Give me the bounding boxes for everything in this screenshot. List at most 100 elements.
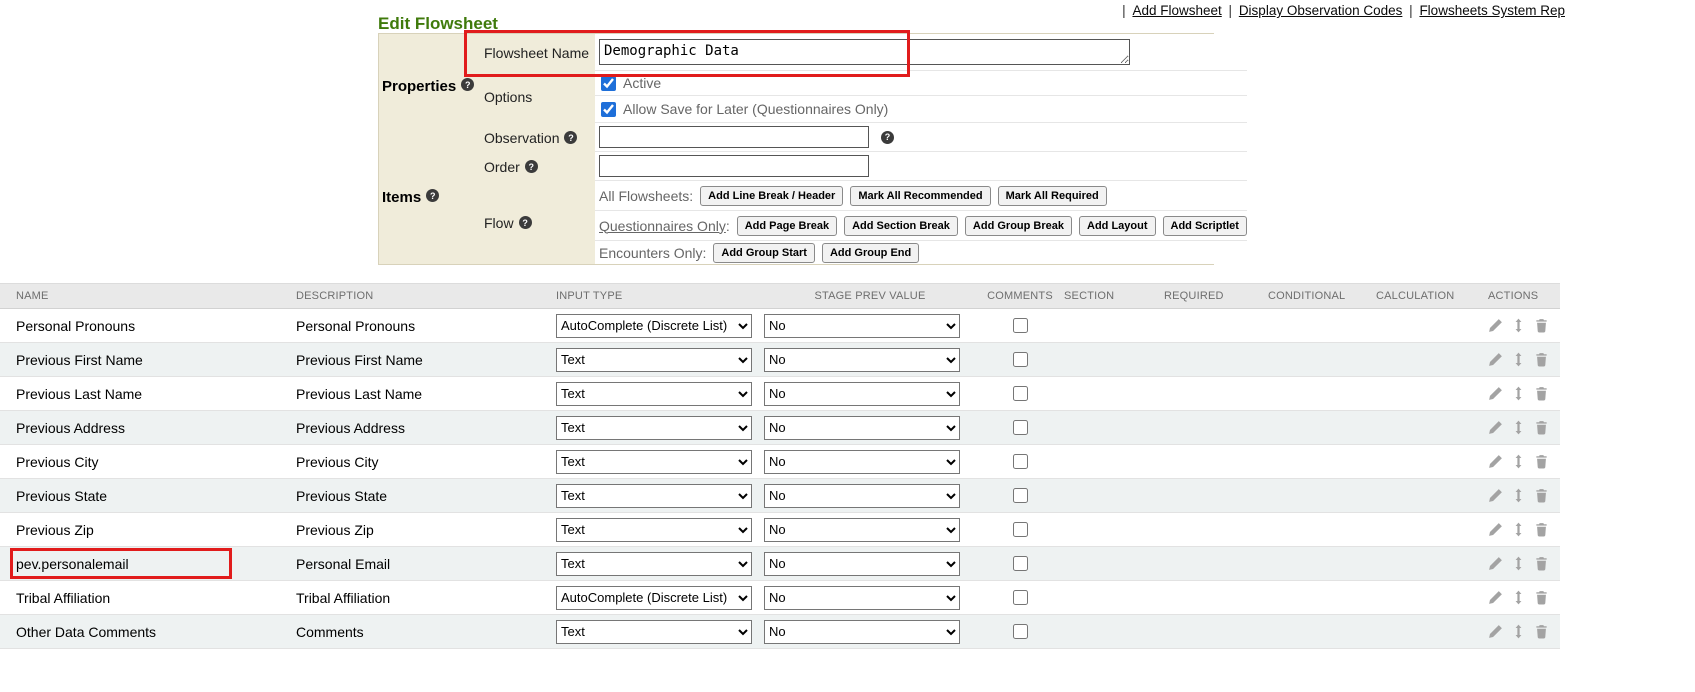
trash-icon[interactable] <box>1534 386 1549 401</box>
comments-checkbox[interactable] <box>1013 454 1028 469</box>
comments-cell <box>976 556 1064 571</box>
stage-prev-value-select[interactable]: No <box>764 620 960 644</box>
stage-prev-value-select[interactable]: No <box>764 586 960 610</box>
properties-help-icon[interactable]: ? <box>461 78 474 91</box>
observation-label-help-icon[interactable]: ? <box>564 131 577 144</box>
trash-icon[interactable] <box>1534 590 1549 605</box>
input-type-select[interactable]: Text <box>556 518 752 542</box>
comments-checkbox[interactable] <box>1013 352 1028 367</box>
trash-icon[interactable] <box>1534 624 1549 639</box>
flow-label: Flow ? <box>479 181 595 264</box>
add-flowsheet-link[interactable]: Add Flowsheet <box>1132 3 1221 18</box>
observation-input[interactable] <box>599 126 869 148</box>
trash-icon[interactable] <box>1534 556 1549 571</box>
up-down-arrow-icon[interactable] <box>1511 352 1526 367</box>
pencil-icon[interactable] <box>1488 590 1503 605</box>
stage-prev-value-select[interactable]: No <box>764 484 960 508</box>
mark-all-recommended-button[interactable]: Mark All Recommended <box>850 186 990 206</box>
pencil-icon[interactable] <box>1488 624 1503 639</box>
up-down-arrow-icon[interactable] <box>1511 624 1526 639</box>
comments-checkbox[interactable] <box>1013 590 1028 605</box>
up-down-arrow-icon[interactable] <box>1511 488 1526 503</box>
flow-help-icon[interactable]: ? <box>519 216 532 229</box>
input-type-select[interactable]: AutoComplete (Discrete List) <box>556 314 752 338</box>
comments-checkbox[interactable] <box>1013 556 1028 571</box>
comments-checkbox[interactable] <box>1013 522 1028 537</box>
pencil-icon[interactable] <box>1488 522 1503 537</box>
input-type-select[interactable]: Text <box>556 484 752 508</box>
trash-icon[interactable] <box>1534 420 1549 435</box>
add-line-break-header-button[interactable]: Add Line Break / Header <box>700 186 843 206</box>
trash-icon[interactable] <box>1534 352 1549 367</box>
comments-cell <box>976 318 1064 333</box>
input-type-select[interactable]: AutoComplete (Discrete List) <box>556 586 752 610</box>
actions-cell <box>1484 556 1560 571</box>
stage-prev-value-cell: No <box>764 484 976 508</box>
flowsheet-name-input[interactable]: Demographic Data <box>599 39 1130 65</box>
up-down-arrow-icon[interactable] <box>1511 522 1526 537</box>
stage-prev-value-select[interactable]: No <box>764 552 960 576</box>
pencil-icon[interactable] <box>1488 488 1503 503</box>
stage-prev-value-select[interactable]: No <box>764 518 960 542</box>
comments-checkbox[interactable] <box>1013 420 1028 435</box>
input-type-select[interactable]: Text <box>556 552 752 576</box>
flowsheets-system-report-link[interactable]: Flowsheets System Rep <box>1419 3 1565 18</box>
input-type-select[interactable]: Text <box>556 382 752 406</box>
add-scriptlet-button[interactable]: Add Scriptlet <box>1163 216 1247 236</box>
flowsheet-name-label: Flowsheet Name <box>479 34 595 71</box>
items-help-icon[interactable]: ? <box>426 189 439 202</box>
stage-prev-value-select[interactable]: No <box>764 382 960 406</box>
trash-icon[interactable] <box>1534 488 1549 503</box>
properties-label: Properties <box>382 78 456 95</box>
input-type-cell: Text <box>556 416 764 440</box>
active-checkbox[interactable] <box>601 76 616 91</box>
comments-cell <box>976 488 1064 503</box>
comments-checkbox[interactable] <box>1013 318 1028 333</box>
pencil-icon[interactable] <box>1488 352 1503 367</box>
up-down-arrow-icon[interactable] <box>1511 556 1526 571</box>
add-group-break-button[interactable]: Add Group Break <box>965 216 1072 236</box>
comments-checkbox[interactable] <box>1013 488 1028 503</box>
add-page-break-button[interactable]: Add Page Break <box>737 216 837 236</box>
mark-all-required-button[interactable]: Mark All Required <box>998 186 1107 206</box>
input-type-select[interactable]: Text <box>556 348 752 372</box>
comments-checkbox[interactable] <box>1013 386 1028 401</box>
pencil-icon[interactable] <box>1488 386 1503 401</box>
add-group-start-button[interactable]: Add Group Start <box>713 243 815 263</box>
trash-icon[interactable] <box>1534 318 1549 333</box>
stage-prev-value-select[interactable]: No <box>764 314 960 338</box>
up-down-arrow-icon[interactable] <box>1511 318 1526 333</box>
add-section-break-button[interactable]: Add Section Break <box>844 216 958 236</box>
up-down-arrow-icon[interactable] <box>1511 420 1526 435</box>
add-layout-button[interactable]: Add Layout <box>1079 216 1156 236</box>
pencil-icon[interactable] <box>1488 556 1503 571</box>
comments-checkbox[interactable] <box>1013 624 1028 639</box>
input-type-select[interactable]: Text <box>556 450 752 474</box>
table-row: Previous Address Previous Address Text N… <box>0 411 1560 445</box>
input-type-select[interactable]: Text <box>556 416 752 440</box>
stage-prev-value-select[interactable]: No <box>764 450 960 474</box>
flow-label-text: Flow <box>484 215 514 231</box>
link-separator: | <box>1122 3 1126 18</box>
stage-prev-value-select[interactable]: No <box>764 416 960 440</box>
pencil-icon[interactable] <box>1488 318 1503 333</box>
comments-cell <box>976 420 1064 435</box>
add-group-end-button[interactable]: Add Group End <box>822 243 919 263</box>
display-observation-codes-link[interactable]: Display Observation Codes <box>1239 3 1403 18</box>
up-down-arrow-icon[interactable] <box>1511 386 1526 401</box>
comments-cell <box>976 386 1064 401</box>
row-description: Personal Email <box>296 556 556 572</box>
input-type-cell: Text <box>556 552 764 576</box>
order-help-icon[interactable]: ? <box>525 160 538 173</box>
up-down-arrow-icon[interactable] <box>1511 590 1526 605</box>
pencil-icon[interactable] <box>1488 454 1503 469</box>
trash-icon[interactable] <box>1534 522 1549 537</box>
allow-save-checkbox[interactable] <box>601 102 616 117</box>
stage-prev-value-select[interactable]: No <box>764 348 960 372</box>
order-input[interactable] <box>599 155 869 177</box>
pencil-icon[interactable] <box>1488 420 1503 435</box>
observation-field-help-icon[interactable]: ? <box>881 131 894 144</box>
up-down-arrow-icon[interactable] <box>1511 454 1526 469</box>
trash-icon[interactable] <box>1534 454 1549 469</box>
input-type-select[interactable]: Text <box>556 620 752 644</box>
